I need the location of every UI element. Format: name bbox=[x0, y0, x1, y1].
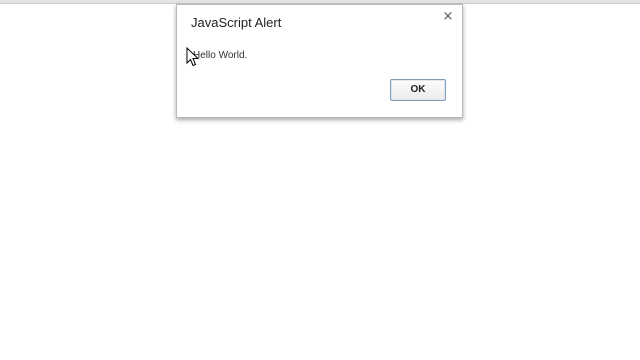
dialog-message: Hello World. bbox=[193, 50, 248, 61]
mouse-pointer-icon bbox=[186, 47, 200, 67]
dialog-title: JavaScript Alert bbox=[191, 15, 282, 30]
close-icon[interactable]: × bbox=[440, 9, 456, 25]
ok-button[interactable]: OK bbox=[390, 79, 446, 101]
alert-dialog: JavaScript Alert × Hello World. OK bbox=[176, 4, 463, 118]
